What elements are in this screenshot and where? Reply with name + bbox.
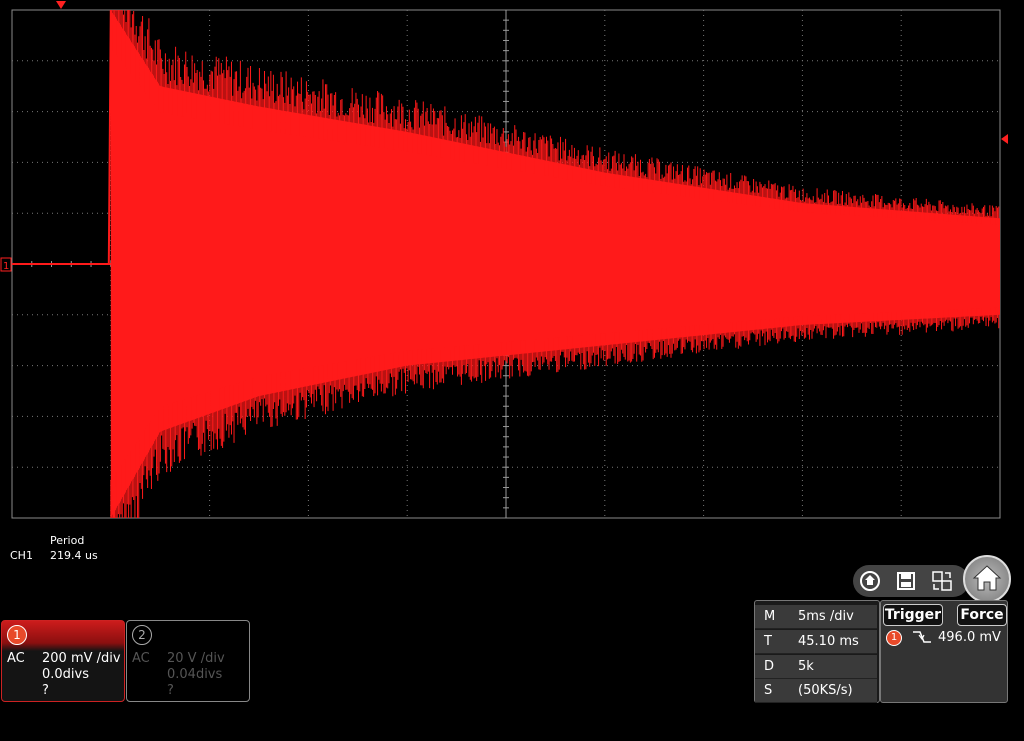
channel-2-scale: 20 V /div <box>167 651 225 666</box>
waveform-display: 1 <box>0 1 1008 519</box>
tool-bar <box>853 565 969 597</box>
trigger-source-badge: 1 <box>886 630 902 646</box>
falling-edge-icon <box>913 631 931 643</box>
trigger-level: 496.0 mV <box>938 630 1001 645</box>
trigger-button[interactable]: Trigger <box>883 604 943 626</box>
timebase-row[interactable]: T 45.10 ms <box>755 630 877 654</box>
display-switch-icon[interactable] <box>929 568 955 594</box>
measurement-name: Period <box>50 534 85 547</box>
channel-2-badge: 2 <box>132 625 152 645</box>
measurement-value: 219.4 us <box>50 549 98 562</box>
trigger-panel[interactable]: Trigger Force 1 496.0 mV <box>880 600 1008 703</box>
timebase-value: 45.10 ms <box>798 634 859 649</box>
trigger-level-marker[interactable] <box>1001 134 1008 144</box>
trigger-position-marker[interactable] <box>56 1 66 9</box>
channel-1-offset: 0.0divs <box>42 667 90 682</box>
channel-1-panel[interactable]: 1 AC 200 mV /div 0.0divs ? <box>1 620 125 702</box>
ground-marker-label: 1 <box>3 261 9 272</box>
channel-1-coupling: AC <box>7 651 25 666</box>
home-button[interactable] <box>963 555 1011 603</box>
timebase-key: T <box>764 634 772 649</box>
channel-1-badge: 1 <box>7 625 27 645</box>
channel-2-offset: 0.04divs <box>167 667 223 682</box>
ch1-ground-marker[interactable]: 1 <box>0 257 12 272</box>
timebase-key: D <box>764 659 775 674</box>
timebase-value: (50KS/s) <box>798 683 853 698</box>
timebase-key: M <box>764 609 776 624</box>
timebase-panel[interactable]: M 5ms /div T 45.10 ms D 5k S (50KS/s) <box>754 600 880 703</box>
timebase-row[interactable]: M 5ms /div <box>755 605 877 629</box>
timebase-row[interactable]: S (50KS/s) <box>755 679 877 703</box>
timebase-key: S <box>764 683 773 698</box>
channel-1-extra: ? <box>42 683 49 698</box>
channel-1-scale: 200 mV /div <box>42 651 121 666</box>
force-button[interactable]: Force <box>957 604 1007 626</box>
timebase-value: 5ms /div <box>798 609 854 624</box>
waveform-envelope <box>110 10 1001 518</box>
timebase-value: 5k <box>798 659 814 674</box>
auto-set-icon[interactable] <box>857 568 883 594</box>
save-icon[interactable] <box>893 568 919 594</box>
home-icon <box>972 565 1002 591</box>
channel-2-panel[interactable]: 2 AC 20 V /div 0.04divs ? <box>126 620 250 702</box>
channel-2-coupling: AC <box>132 651 150 666</box>
channel-2-extra: ? <box>167 683 174 698</box>
measurement-channel: CH1 <box>10 549 33 562</box>
timebase-row[interactable]: D 5k <box>755 655 877 679</box>
